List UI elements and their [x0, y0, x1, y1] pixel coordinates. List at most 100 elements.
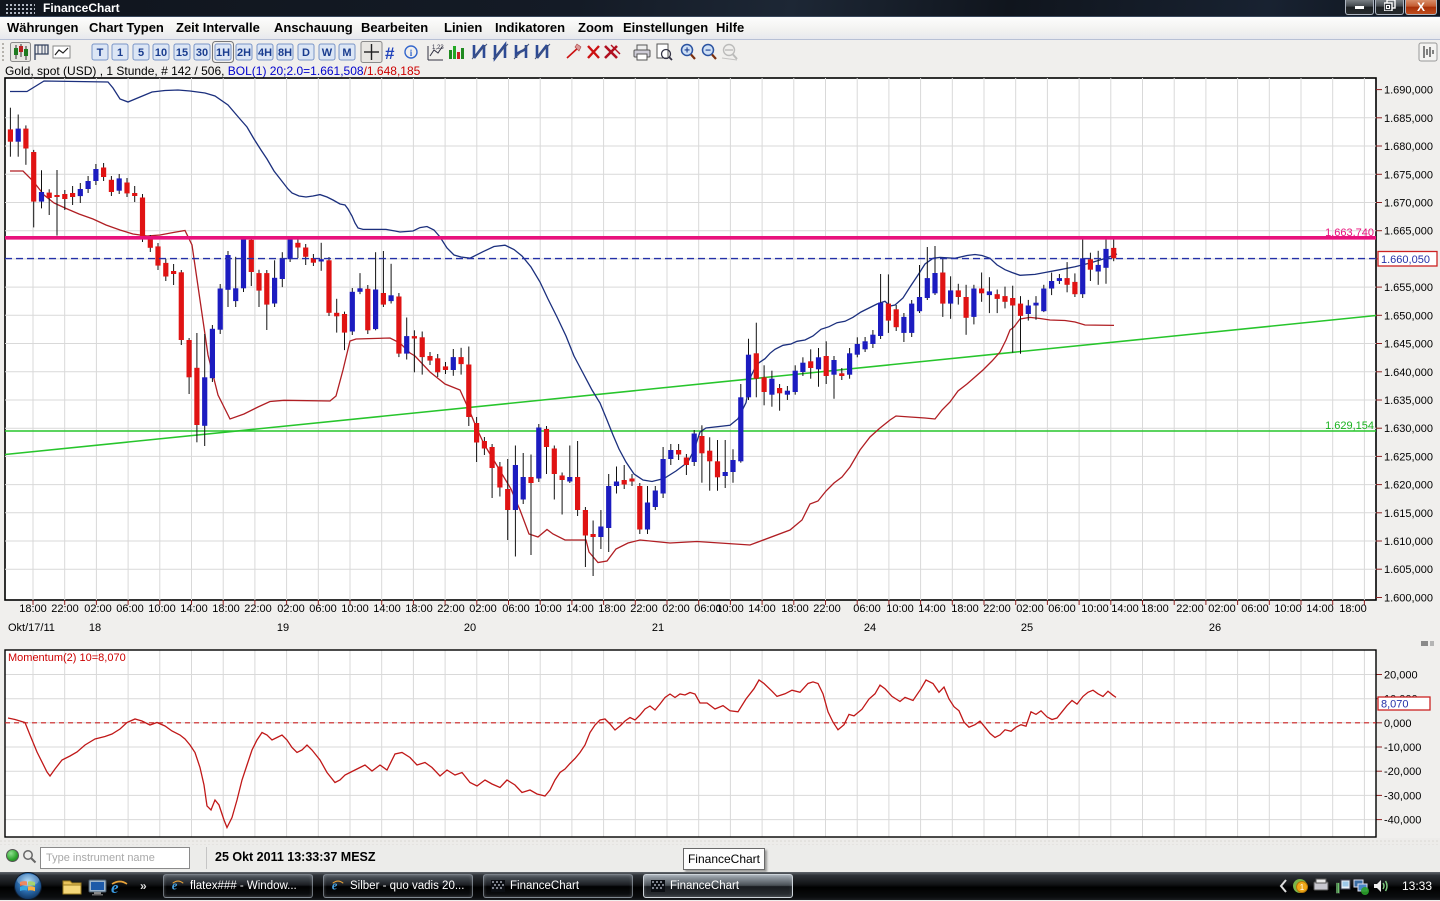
svg-text:1.610,000: 1.610,000 — [1384, 536, 1433, 548]
svg-text:2H: 2H — [237, 47, 251, 59]
svg-text:8H: 8H — [278, 47, 292, 59]
svg-text:10:00: 10:00 — [341, 603, 369, 615]
svg-text:1.630,000: 1.630,000 — [1384, 423, 1433, 435]
svg-text:18:00: 18:00 — [19, 603, 47, 615]
svg-text:18:00: 18:00 — [951, 603, 979, 615]
svg-text:1.660,050: 1.660,050 — [1381, 254, 1430, 266]
svg-text:02:00: 02:00 — [469, 603, 497, 615]
svg-text:e: e — [332, 878, 338, 892]
svg-text:24: 24 — [864, 622, 876, 634]
svg-text:10:00: 10:00 — [1274, 603, 1302, 615]
svg-text:-40,000: -40,000 — [1384, 815, 1421, 827]
svg-text:19: 19 — [277, 622, 289, 634]
svg-text:22:00: 22:00 — [630, 603, 658, 615]
svg-text:22:00: 22:00 — [51, 603, 79, 615]
svg-text:14:00: 14:00 — [180, 603, 208, 615]
svg-text:06:00: 06:00 — [853, 603, 881, 615]
svg-text:10:00: 10:00 — [148, 603, 176, 615]
svg-text:1.650,000: 1.650,000 — [1384, 310, 1433, 322]
svg-text:10:00: 10:00 — [886, 603, 914, 615]
svg-text:1.680,000: 1.680,000 — [1384, 141, 1433, 153]
svg-text:-10,000: -10,000 — [1384, 742, 1421, 754]
svg-text:1H: 1H — [216, 47, 230, 59]
svg-text:1.625,000: 1.625,000 — [1384, 451, 1433, 463]
svg-text:1: 1 — [117, 47, 123, 59]
svg-text:#: # — [385, 44, 395, 63]
svg-text:02:00: 02:00 — [277, 603, 305, 615]
svg-text:10:00: 10:00 — [716, 603, 744, 615]
svg-text:1.605,000: 1.605,000 — [1384, 564, 1433, 576]
svg-text:30: 30 — [196, 47, 208, 59]
svg-text:W: W — [322, 47, 333, 59]
svg-text:+: + — [684, 46, 690, 57]
svg-text:1.620,000: 1.620,000 — [1384, 480, 1433, 492]
svg-text:1.615,000: 1.615,000 — [1384, 508, 1433, 520]
svg-text:18:00: 18:00 — [1339, 603, 1367, 615]
svg-text:10:00: 10:00 — [534, 603, 562, 615]
svg-text:14:00: 14:00 — [1306, 603, 1334, 615]
svg-text:14:00: 14:00 — [1111, 603, 1139, 615]
svg-text:-20,000: -20,000 — [1384, 766, 1421, 778]
svg-text:18:00: 18:00 — [781, 603, 809, 615]
svg-text:14:00: 14:00 — [748, 603, 776, 615]
svg-text:Gold, spot (USD) , 1 Stunde, #: Gold, spot (USD) , 1 Stunde, # 142 / 506… — [5, 64, 421, 78]
svg-text:14:00: 14:00 — [373, 603, 401, 615]
svg-text:1.640,000: 1.640,000 — [1384, 367, 1433, 379]
svg-text:M: M — [342, 47, 351, 59]
svg-text:18:00: 18:00 — [212, 603, 240, 615]
svg-text:1.655,000: 1.655,000 — [1384, 282, 1433, 294]
svg-text:10: 10 — [155, 47, 167, 59]
svg-text:20,000: 20,000 — [1384, 670, 1418, 682]
svg-text:06:00: 06:00 — [1048, 603, 1076, 615]
svg-text:02:00: 02:00 — [662, 603, 690, 615]
svg-text:18: 18 — [89, 622, 101, 634]
svg-text:1.645,000: 1.645,000 — [1384, 339, 1433, 351]
svg-text:Okt/17/11: Okt/17/11 — [8, 622, 55, 634]
svg-text:5: 5 — [138, 47, 144, 59]
svg-text:02:00: 02:00 — [1208, 603, 1236, 615]
svg-text:06:00: 06:00 — [116, 603, 144, 615]
svg-text:»: » — [140, 879, 147, 893]
svg-text:10:00: 10:00 — [1081, 603, 1109, 615]
svg-text:8,070: 8,070 — [1381, 699, 1409, 711]
svg-text:1.629,154: 1.629,154 — [1325, 420, 1374, 432]
svg-text:22:00: 22:00 — [813, 603, 841, 615]
svg-text:14:00: 14:00 — [566, 603, 594, 615]
svg-text:14:00: 14:00 — [918, 603, 946, 615]
svg-text:D: D — [302, 47, 310, 59]
svg-text:1.675,000: 1.675,000 — [1384, 169, 1433, 181]
svg-text:15: 15 — [176, 47, 188, 59]
svg-text:1.635,000: 1.635,000 — [1384, 395, 1433, 407]
svg-text:−: − — [705, 46, 711, 57]
svg-text:1.665,000: 1.665,000 — [1384, 226, 1433, 238]
svg-text:20: 20 — [464, 622, 476, 634]
svg-text:02:00: 02:00 — [1016, 603, 1044, 615]
svg-text:25: 25 — [1021, 622, 1033, 634]
svg-text:-30,000: -30,000 — [1384, 790, 1421, 802]
svg-text:18:00: 18:00 — [1141, 603, 1169, 615]
svg-text:06:00: 06:00 — [1241, 603, 1269, 615]
svg-text:1.685,000: 1.685,000 — [1384, 113, 1433, 125]
svg-text:1,23: 1,23 — [432, 45, 444, 51]
svg-text:1.690,000: 1.690,000 — [1384, 85, 1433, 97]
svg-text:e: e — [172, 878, 178, 892]
svg-text:21: 21 — [652, 622, 664, 634]
svg-text:06:00: 06:00 — [309, 603, 337, 615]
svg-text:T: T — [97, 47, 104, 59]
svg-text:22:00: 22:00 — [1176, 603, 1204, 615]
svg-text:Momentum(2) 10=8,070: Momentum(2) 10=8,070 — [8, 652, 126, 664]
svg-text:26: 26 — [1209, 622, 1221, 634]
svg-text:1: 1 — [1300, 883, 1305, 892]
svg-text:18:00: 18:00 — [598, 603, 626, 615]
svg-text:22:00: 22:00 — [437, 603, 465, 615]
svg-text:22:00: 22:00 — [244, 603, 272, 615]
svg-text:1.670,000: 1.670,000 — [1384, 198, 1433, 210]
svg-text:18:00: 18:00 — [405, 603, 433, 615]
svg-text:02:00: 02:00 — [84, 603, 112, 615]
svg-text:1.663,740: 1.663,740 — [1325, 227, 1374, 239]
svg-text:4H: 4H — [258, 47, 272, 59]
svg-text:06:00: 06:00 — [502, 603, 530, 615]
svg-text:22:00: 22:00 — [983, 603, 1011, 615]
svg-text:1.600,000: 1.600,000 — [1384, 593, 1433, 605]
svg-text:0,000: 0,000 — [1384, 718, 1412, 730]
